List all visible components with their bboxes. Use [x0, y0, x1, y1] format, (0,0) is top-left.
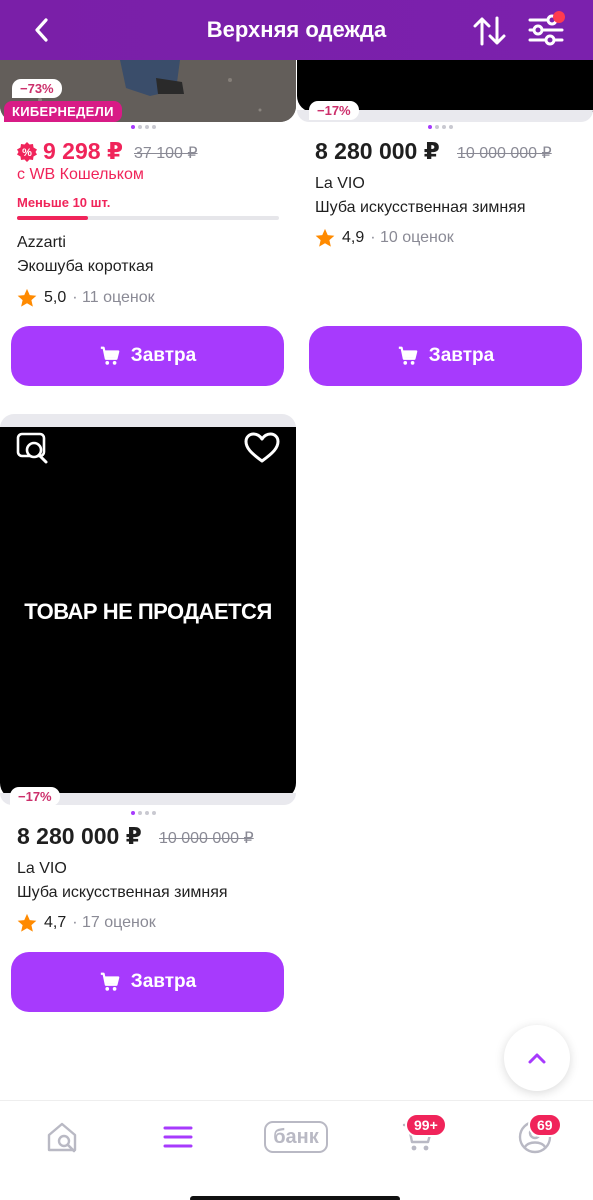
image-search-icon	[16, 432, 48, 464]
stock-progress-bar	[17, 216, 279, 220]
image-carousel-dots	[131, 811, 156, 815]
reviews-count: · 17 оценок	[72, 914, 156, 931]
promo-badge: КИБЕРНЕДЕЛИ	[4, 101, 122, 122]
home-search-icon	[47, 1122, 77, 1153]
buy-button-label: Завтра	[428, 345, 495, 366]
nav-home[interactable]	[40, 1115, 84, 1159]
favorite-button[interactable]	[243, 430, 281, 466]
similar-search-button[interactable]	[15, 430, 51, 466]
product-image[interactable]: ТОВАР НЕ ПРОДАЕТСЯ	[0, 427, 296, 799]
home-indicator	[190, 1196, 400, 1200]
rating-value: 4,9	[342, 229, 365, 246]
product-price: 8 280 000 ₽	[315, 138, 440, 164]
star-icon	[17, 288, 37, 307]
carousel-dot	[449, 125, 453, 129]
carousel-dot	[138, 125, 142, 129]
carousel-dot	[152, 125, 156, 129]
sort-arrows-icon	[473, 16, 506, 46]
add-to-cart-button[interactable]: Завтра	[11, 952, 284, 1012]
carousel-dot	[131, 125, 135, 129]
product-name[interactable]: Шуба искусственная зимняя	[315, 199, 526, 217]
reviews-count: · 10 оценок	[370, 229, 454, 246]
nav-bank[interactable]: банк	[260, 1115, 332, 1159]
menu-icon	[163, 1126, 193, 1148]
wallet-discount-icon: %	[17, 142, 37, 162]
carousel-dot	[435, 125, 439, 129]
rating-value: 4,7	[44, 914, 67, 931]
star-icon	[315, 228, 335, 247]
cart-icon	[398, 346, 418, 365]
discount-badge: −17%	[309, 101, 359, 120]
filter-active-indicator	[553, 11, 565, 23]
buy-button-label: Завтра	[130, 345, 197, 366]
heart-icon	[244, 432, 280, 463]
product-brand: La VIO	[17, 860, 67, 877]
product-old-price: 10 000 000 ₽	[159, 830, 254, 847]
product-brand: La VIO	[315, 175, 365, 192]
top-app-bar: Верхняя одежда	[0, 0, 593, 60]
buy-button-label: Завтра	[130, 971, 197, 992]
cart-icon	[100, 972, 120, 991]
bottom-navigation: банк 99+ 69	[0, 1100, 593, 1200]
carousel-dot	[152, 811, 156, 815]
product-brand: Azzarti	[17, 234, 66, 251]
chevron-up-icon	[528, 1053, 546, 1064]
carousel-dot	[428, 125, 432, 129]
wallet-price-note: с WB Кошельком	[17, 166, 144, 183]
product-old-price: 10 000 000 ₽	[457, 145, 552, 162]
star-icon	[17, 913, 37, 932]
product-rating: 4,7 · 17 оценок	[16, 912, 156, 934]
stock-progress-fill	[17, 216, 88, 220]
carousel-dot	[442, 125, 446, 129]
product-name[interactable]: Шуба искусственная зимняя	[17, 884, 228, 902]
product-name[interactable]: Экошуба короткая	[17, 258, 154, 276]
discount-badge: −17%	[10, 787, 60, 806]
bank-logo: банк	[264, 1121, 328, 1153]
product-rating: 4,9 · 10 оценок	[314, 227, 454, 249]
carousel-dot	[145, 811, 149, 815]
product-old-price: 37 100 ₽	[134, 145, 198, 162]
scroll-to-top-button[interactable]	[504, 1025, 570, 1091]
unavailable-overlay-text: ТОВАР НЕ ПРОДАЕТСЯ	[24, 599, 272, 624]
svg-text:%: %	[22, 147, 32, 159]
add-to-cart-button[interactable]: Завтра	[309, 326, 582, 386]
product-price: 9 298 ₽	[43, 138, 123, 164]
discount-badge: −73%	[12, 79, 62, 98]
cart-badge: 99+	[405, 1113, 447, 1137]
rating-value: 5,0	[44, 289, 67, 306]
add-to-cart-button[interactable]: Завтра	[11, 326, 284, 386]
carousel-dot	[145, 125, 149, 129]
cart-icon	[100, 346, 120, 365]
stock-warning: Меньше 10 шт.	[17, 195, 111, 210]
carousel-dot	[138, 811, 142, 815]
bank-label: банк	[273, 1126, 319, 1148]
nav-catalog[interactable]	[156, 1115, 200, 1159]
image-top-strip	[0, 414, 296, 428]
product-price: 8 280 000 ₽	[17, 823, 142, 849]
image-carousel-dots	[131, 125, 156, 129]
profile-badge: 69	[528, 1113, 562, 1137]
reviews-count: · 11 оценок	[72, 289, 155, 306]
image-carousel-dots	[428, 125, 453, 129]
product-rating: 5,0 · 11 оценок	[16, 287, 155, 309]
sort-button[interactable]	[470, 12, 510, 50]
carousel-dot	[131, 811, 135, 815]
